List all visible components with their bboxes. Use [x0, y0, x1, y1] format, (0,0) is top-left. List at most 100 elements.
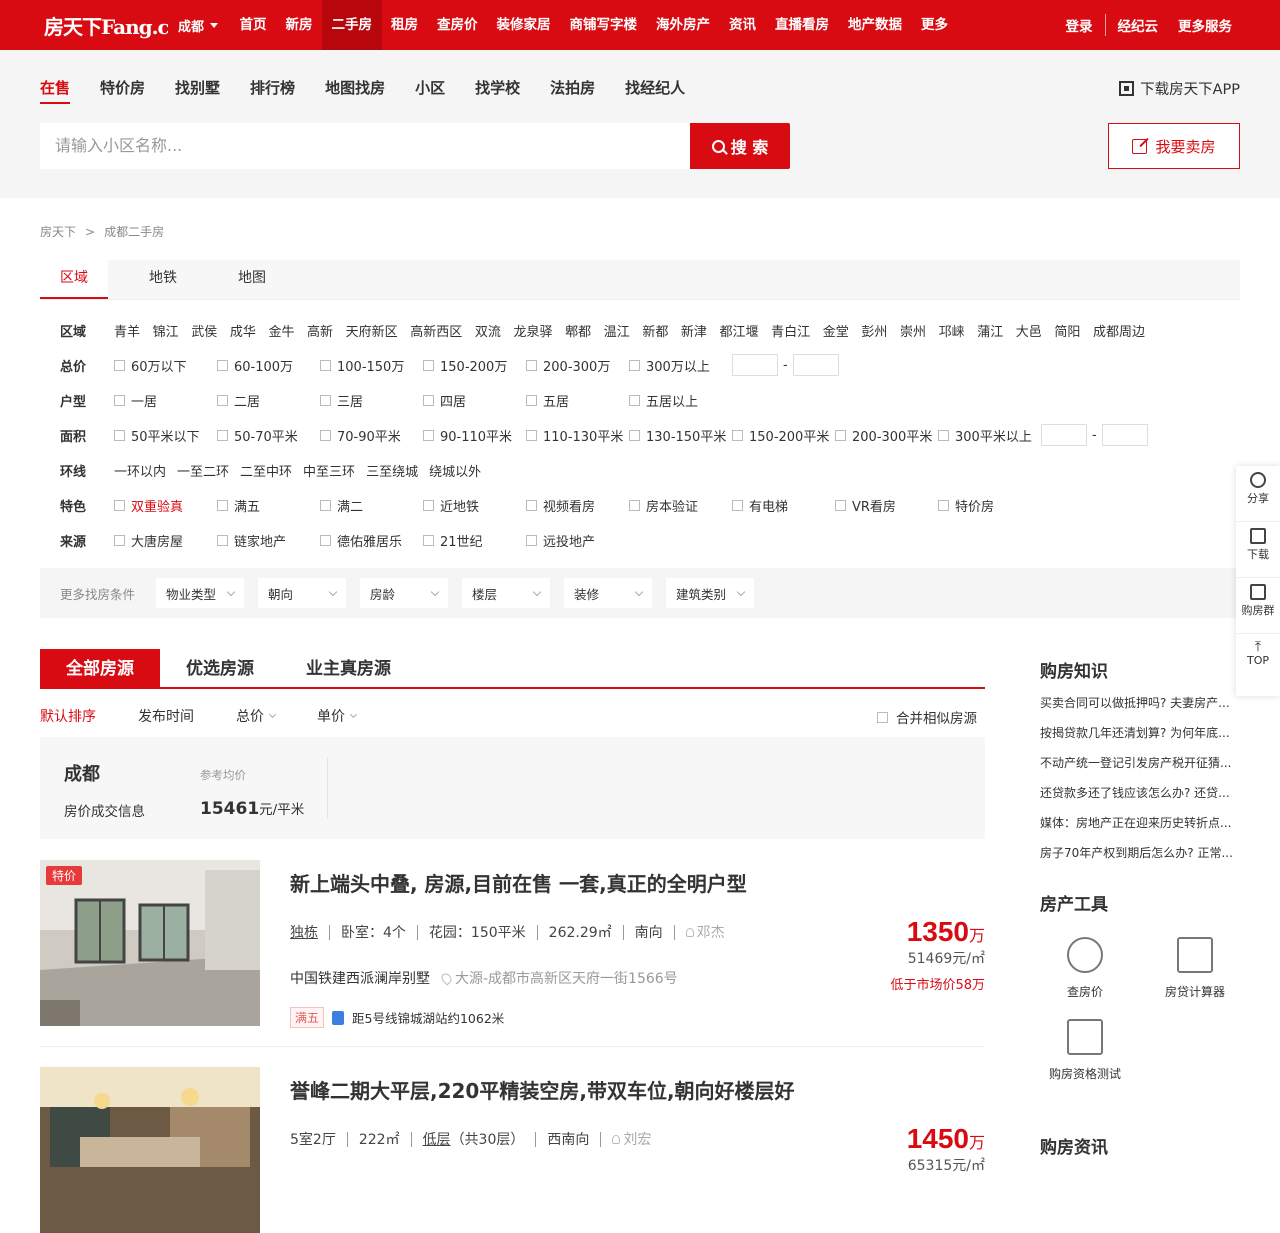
region-option[interactable]: 金牛: [268, 321, 294, 340]
tool-loan-calculator[interactable]: 房贷计算器: [1140, 937, 1250, 1000]
listing-item[interactable]: 誉峰二期大平层,220平精装空房,带双车位,朝向好楼层好 5室2厅 222㎡ 低…: [40, 1067, 985, 1233]
price-deal-info-link[interactable]: 房价成交信息: [64, 800, 145, 820]
subnav-item[interactable]: 法拍房: [550, 77, 595, 104]
listing-tab[interactable]: 业主真房源: [280, 649, 417, 689]
nav-item[interactable]: 二手房: [322, 0, 382, 50]
price-option[interactable]: 100-150万: [320, 356, 423, 375]
knowledge-article[interactable]: 还贷款多还了钱应该怎么办? 还贷...: [1040, 778, 1240, 808]
region-option[interactable]: 锦江: [153, 321, 179, 340]
ring-option[interactable]: 二至中环: [240, 461, 292, 480]
filter-tab[interactable]: 地铁: [129, 259, 197, 299]
knowledge-article[interactable]: 按揭贷款几年还清划算? 为何年底...: [1040, 718, 1240, 748]
nav-item[interactable]: 地产数据: [839, 0, 912, 50]
region-option[interactable]: 彭州: [861, 321, 887, 340]
ring-option[interactable]: 一环以内: [114, 461, 166, 480]
layout-option[interactable]: 二居: [217, 391, 320, 410]
nav-item[interactable]: 新房: [276, 0, 322, 50]
feature-option[interactable]: 视频看房: [526, 496, 629, 515]
knowledge-article[interactable]: 媒体：房地产正在迎来历史转折点...: [1040, 808, 1240, 838]
area-option[interactable]: 130-150平米: [629, 426, 732, 445]
share-button[interactable]: 分享: [1236, 466, 1280, 522]
ring-option[interactable]: 中至三环: [303, 461, 355, 480]
region-option[interactable]: 高新: [307, 321, 333, 340]
more-services-link[interactable]: 更多服务: [1178, 15, 1232, 35]
nav-item[interactable]: 查房价: [428, 0, 488, 50]
area-option[interactable]: 200-300平米: [835, 426, 938, 445]
nav-item[interactable]: 租房: [382, 0, 428, 50]
feature-option[interactable]: VR看房: [835, 496, 938, 515]
filter-dropdown[interactable]: 物业类型: [156, 578, 244, 608]
nav-item[interactable]: 首页: [230, 0, 276, 50]
area-min-input[interactable]: [1041, 424, 1087, 446]
price-option[interactable]: 60-100万: [217, 356, 320, 375]
region-option[interactable]: 龙泉驿: [513, 321, 552, 340]
feature-option[interactable]: 满二: [320, 496, 423, 515]
filter-dropdown[interactable]: 装修: [564, 578, 652, 608]
region-option[interactable]: 成都周边: [1093, 321, 1145, 340]
filter-tab[interactable]: 地图: [218, 259, 286, 299]
region-option[interactable]: 高新西区: [410, 321, 462, 340]
region-option[interactable]: 邛崃: [939, 321, 965, 340]
nav-item[interactable]: 直播看房: [766, 0, 839, 50]
knowledge-article[interactable]: 房子70年产权到期后怎么办? 正常...: [1040, 838, 1240, 868]
layout-option[interactable]: 五居: [526, 391, 629, 410]
region-option[interactable]: 崇州: [900, 321, 926, 340]
nav-item[interactable]: 更多: [912, 0, 958, 50]
filter-dropdown[interactable]: 建筑类别: [666, 578, 754, 608]
listing-title[interactable]: 誉峰二期大平层,220平精装空房,带双车位,朝向好楼层好: [290, 1075, 795, 1104]
feature-option[interactable]: 特价房: [938, 496, 1041, 515]
price-option[interactable]: 150-200万: [423, 356, 526, 375]
region-option[interactable]: 天府新区: [346, 321, 398, 340]
feature-option[interactable]: 近地铁: [423, 496, 526, 515]
sell-house-button[interactable]: 我要卖房: [1108, 123, 1240, 169]
subnav-item[interactable]: 小区: [415, 77, 445, 104]
region-option[interactable]: 新都: [642, 321, 668, 340]
search-button[interactable]: 搜 索: [690, 123, 790, 169]
price-option[interactable]: 200-300万: [526, 356, 629, 375]
sort-option[interactable]: 总价: [236, 706, 277, 726]
app-download-link[interactable]: 下载房天下APP: [1119, 78, 1240, 99]
region-option[interactable]: 都江堰: [720, 321, 759, 340]
region-option[interactable]: 简阳: [1054, 321, 1080, 340]
subnav-item[interactable]: 在售: [40, 77, 71, 104]
region-option[interactable]: 双流: [475, 321, 501, 340]
source-option[interactable]: 远投地产: [526, 531, 629, 550]
area-option[interactable]: 90-110平米: [423, 426, 526, 445]
region-option[interactable]: 温江: [604, 321, 630, 340]
feature-option[interactable]: 房本验证: [629, 496, 732, 515]
broker-cloud-link[interactable]: 经纪云: [1118, 15, 1159, 35]
area-option[interactable]: 300平米以上: [938, 426, 1041, 445]
source-option[interactable]: 德佑雅居乐: [320, 531, 423, 550]
region-option[interactable]: 武侯: [191, 321, 217, 340]
knowledge-article[interactable]: 买卖合同可以做抵押吗? 夫妻房产...: [1040, 688, 1240, 718]
layout-option[interactable]: 四居: [423, 391, 526, 410]
listing-tab[interactable]: 全部房源: [40, 649, 160, 689]
sort-option[interactable]: 单价: [317, 706, 358, 726]
download-button[interactable]: 下载: [1236, 522, 1280, 578]
area-option[interactable]: 150-200平米: [732, 426, 835, 445]
feature-option[interactable]: 双重验真: [114, 496, 217, 515]
area-option[interactable]: 50平米以下: [114, 426, 217, 445]
filter-dropdown[interactable]: 楼层: [462, 578, 550, 608]
region-option[interactable]: 青羊: [114, 321, 140, 340]
nav-item[interactable]: 商铺写字楼: [560, 0, 647, 50]
nav-item[interactable]: 海外房产: [647, 0, 720, 50]
breadcrumb-current[interactable]: 成都二手房: [104, 225, 164, 239]
subnav-item[interactable]: 找学校: [475, 77, 520, 104]
filter-dropdown[interactable]: 房龄: [360, 578, 448, 608]
subnav-item[interactable]: 特价房: [100, 77, 145, 104]
search-input[interactable]: 请输入小区名称...: [40, 123, 690, 169]
nav-item[interactable]: 装修家居: [487, 0, 560, 50]
sort-option[interactable]: 默认排序: [40, 706, 96, 726]
subnav-item[interactable]: 找经纪人: [625, 77, 685, 104]
price-option[interactable]: 300万以上: [629, 356, 732, 375]
price-max-input[interactable]: [792, 354, 839, 376]
sort-option[interactable]: 发布时间: [138, 706, 194, 726]
price-min-input[interactable]: [732, 354, 778, 376]
region-option[interactable]: 成华: [230, 321, 256, 340]
region-option[interactable]: 青白江: [771, 321, 810, 340]
region-option[interactable]: 新津: [681, 321, 707, 340]
site-logo[interactable]: 房天下Fang.com: [44, 11, 168, 40]
city-selector[interactable]: 成都: [178, 16, 230, 35]
login-link[interactable]: 登录: [1066, 15, 1093, 35]
